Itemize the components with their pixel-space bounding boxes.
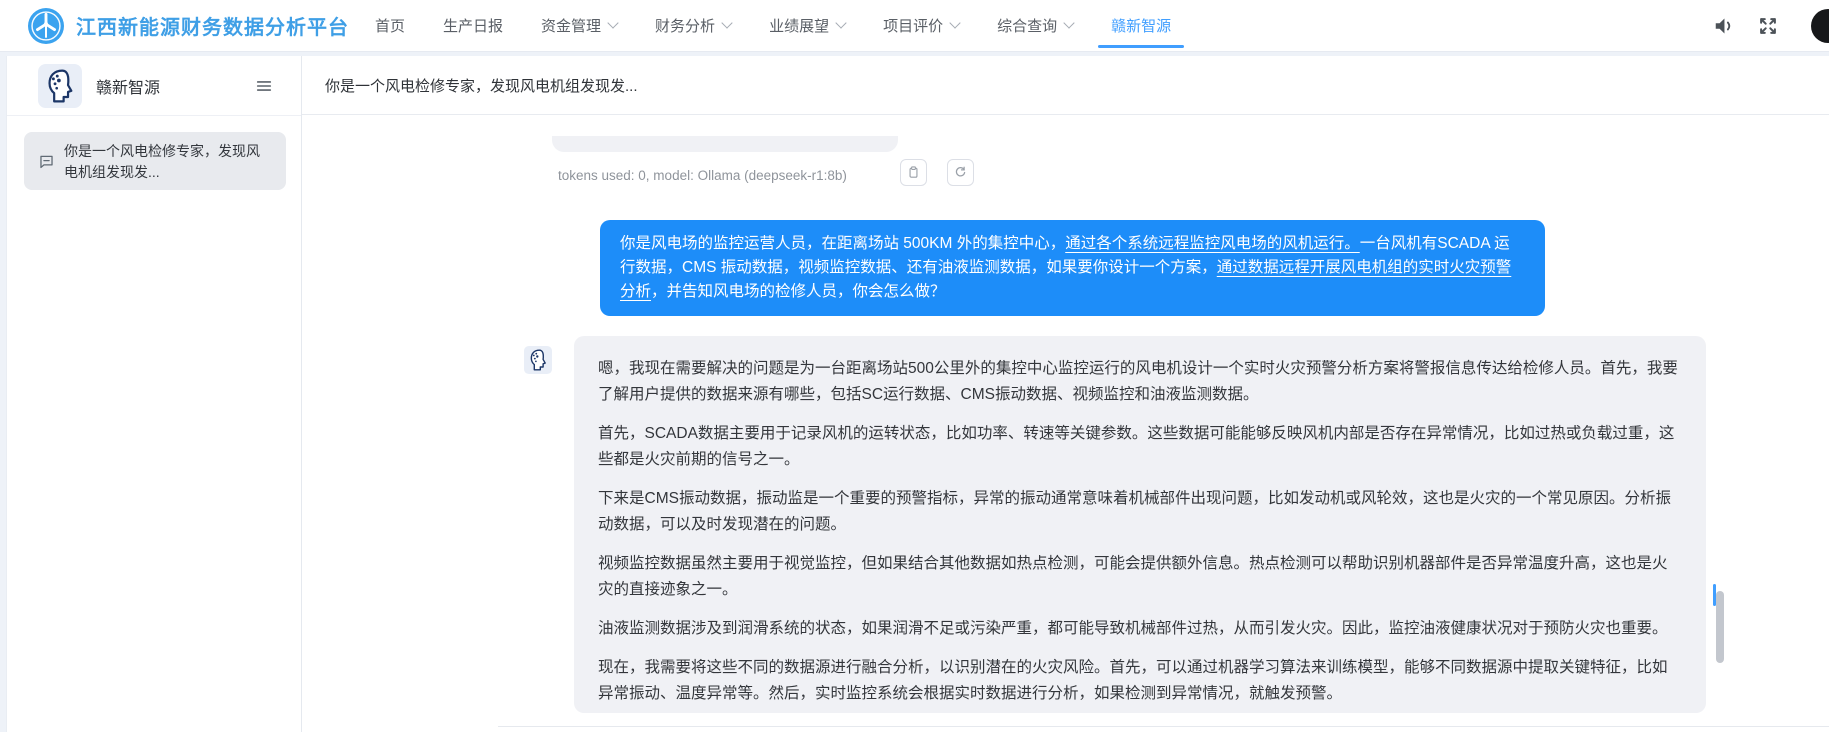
ai-paragraph: 油液监测数据涉及到润滑系统的状态，如果润滑不足或污染严重，都可能导致机械部件过热… [598, 616, 1682, 642]
nav-item-ganxin-ai[interactable]: 赣新智源 [1111, 0, 1171, 51]
chat-header-title: 你是一个风电检修专家，发现风电机组发现发... [325, 75, 638, 96]
regenerate-button[interactable] [947, 159, 974, 186]
user-avatar[interactable] [1811, 9, 1829, 43]
app-logo-wind-turbine-icon [28, 8, 64, 44]
main-nav: 首页 生产日报 资金管理 财务分析 业绩展望 项目评价 综合查询 赣新智源 [375, 0, 1171, 51]
user-message-bubble: 你是风电场的监控运营人员，在距离场站 500KM 外的集控中心，通过各个系统远程… [600, 220, 1545, 316]
page-title: 江西新能源财务数据分析平台 [76, 11, 349, 40]
chat-header: 你是一个风电检修专家，发现风电机组发现发... [302, 56, 1829, 115]
ai-message-bubble: 嗯，我现在需要解决的问题是为一台距离场站500公里外的集控中心监控运行的风电机设… [574, 336, 1706, 713]
user-message-text: ，并告知风电场的检修人员，你会怎么做？ [651, 283, 946, 300]
ai-paragraph: 现在，我需要将这些不同的数据源进行融合分析，以识别潜在的火灾风险。首先，可以通过… [598, 655, 1682, 707]
user-message-underlined-text: 通过各个系统远程监控风电场的风机运行。 [1065, 235, 1360, 252]
input-area-top-border [498, 726, 1829, 727]
ai-message-avatar-icon [524, 346, 552, 374]
conversation-title: 你是一个风电检修专家，发现风电机组发现发... [64, 141, 270, 190]
ai-paragraph: 视频监控数据虽然主要用于视觉监控，但如果结合其他数据如热点检测，可能会提供额外信… [598, 551, 1682, 603]
copy-icon [906, 165, 921, 180]
nav-item-financial-analysis[interactable]: 财务分析 [655, 0, 731, 51]
chevron-down-icon [949, 17, 960, 28]
sidebar-app-name: 赣新智源 [96, 74, 160, 98]
user-message-text: 你是风电场的监控运营人员，在距离场站 500KM 外的集控中心， [620, 235, 1065, 252]
chevron-down-icon [835, 17, 846, 28]
ai-paragraph: 下来是CMS振动数据，振动监是一个重要的预警指标，异常的振动通常意味着机械部件出… [598, 486, 1682, 538]
top-navbar: 江西新能源财务数据分析平台 首页 生产日报 资金管理 财务分析 业绩展望 项目评… [0, 0, 1829, 52]
nav-item-funds[interactable]: 资金管理 [541, 0, 617, 51]
nav-item-project-evaluation[interactable]: 项目评价 [883, 0, 959, 51]
truncated-previous-message-bubble [552, 136, 898, 152]
nav-item-comprehensive-query[interactable]: 综合查询 [997, 0, 1073, 51]
scrollbar-thumb[interactable] [1716, 591, 1724, 663]
conversation-list-item[interactable]: 你是一个风电检修专家，发现风电机组发现发... [24, 132, 286, 190]
messages-area: tokens used: 0, model: Ollama (deepseek-… [302, 115, 1829, 726]
chat-panel: 你是一个风电检修专家，发现风电机组发现发... tokens used: 0, … [302, 56, 1829, 732]
conversation-sidebar: 赣新智源 你是一个风电检修专家，发现风电机组发现发... [6, 56, 302, 732]
ai-assistant-avatar-icon [38, 64, 82, 108]
chevron-down-icon [721, 17, 732, 28]
ai-paragraph: 首先，SCADA数据主要用于记录风机的运转状态，比如功率、转速等关键参数。这些数… [598, 421, 1682, 473]
chevron-down-icon [607, 17, 618, 28]
nav-item-performance[interactable]: 业绩展望 [769, 0, 845, 51]
refresh-icon [953, 165, 968, 180]
copy-button[interactable] [900, 159, 927, 186]
nav-item-production-daily[interactable]: 生产日报 [443, 0, 503, 51]
fullscreen-icon[interactable] [1757, 15, 1779, 37]
chevron-down-icon [1063, 17, 1074, 28]
sidebar-collapse-icon[interactable] [255, 77, 273, 95]
volume-icon[interactable] [1713, 15, 1735, 37]
navbar-actions [1713, 0, 1779, 52]
chat-bubble-icon [38, 153, 55, 170]
sidebar-header: 赣新智源 [7, 56, 301, 116]
model-meta-text: tokens used: 0, model: Ollama (deepseek-… [558, 160, 847, 190]
ai-paragraph: 嗯，我现在需要解决的问题是为一台距离场站500公里外的集控中心监控运行的风电机设… [598, 356, 1682, 408]
nav-item-home[interactable]: 首页 [375, 0, 405, 51]
